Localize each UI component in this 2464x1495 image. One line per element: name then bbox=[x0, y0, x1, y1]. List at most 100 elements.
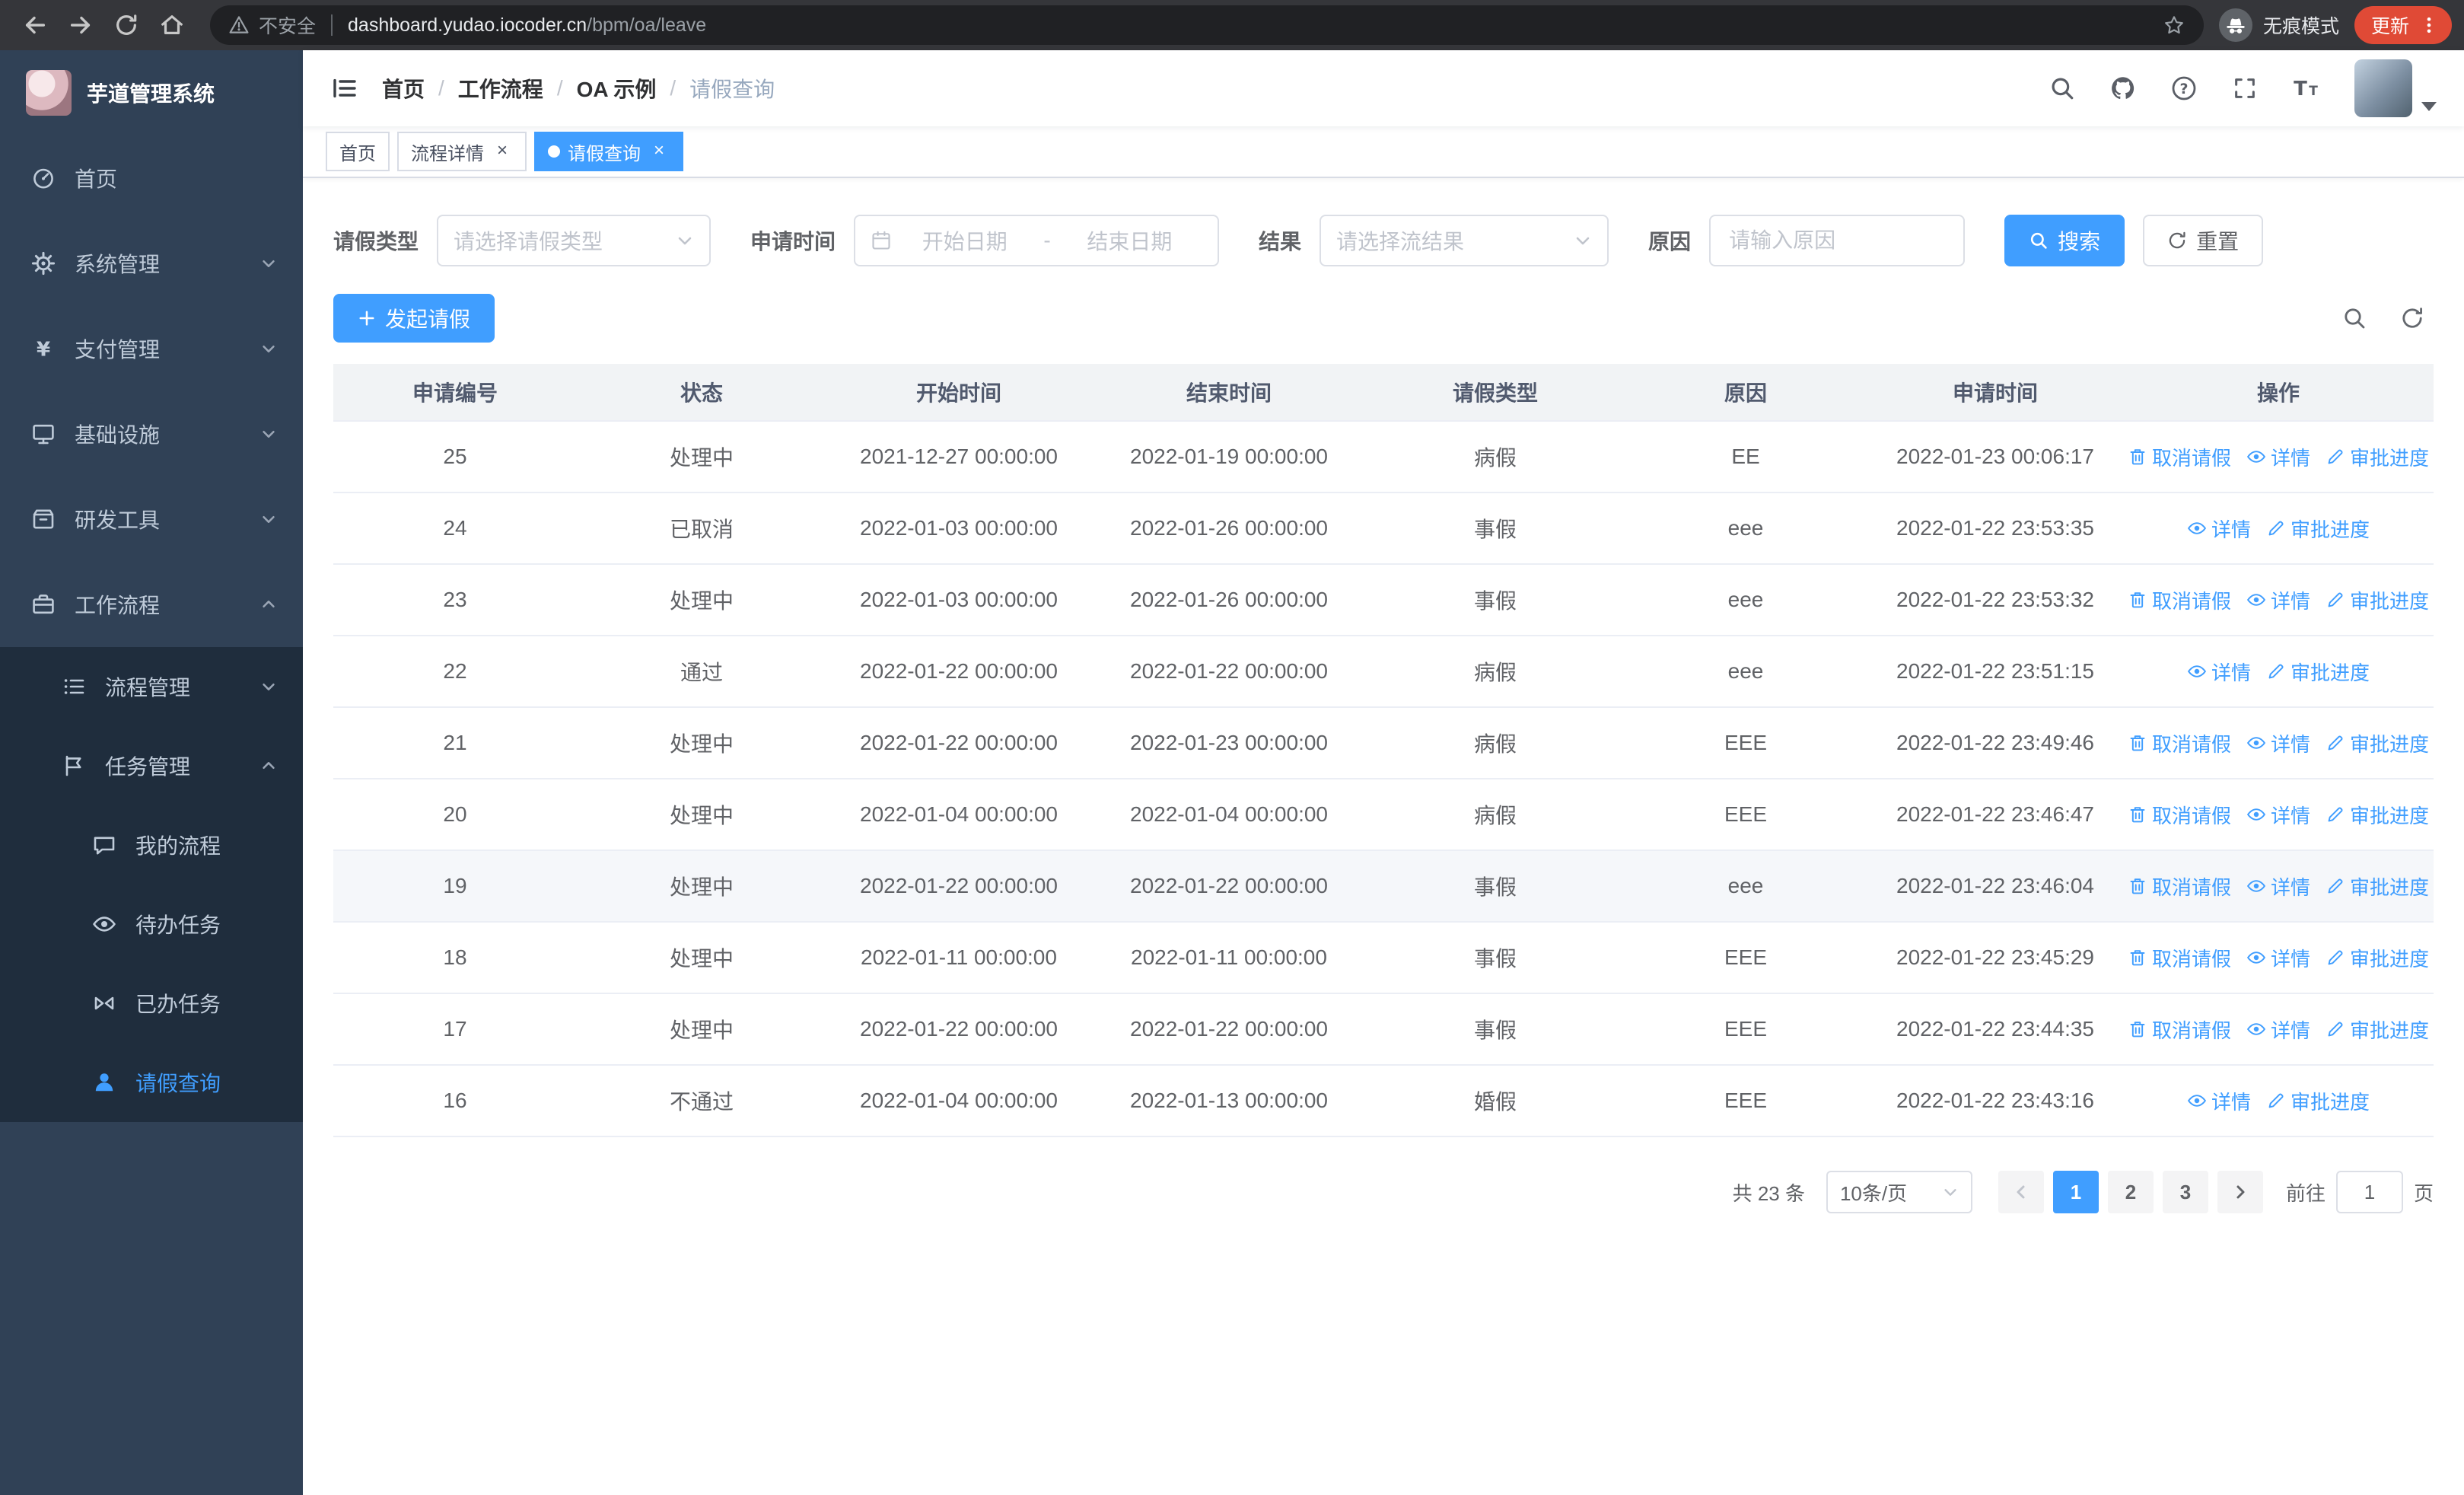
create-leave-button[interactable]: 发起请假 bbox=[333, 294, 495, 343]
sidebar-item-done-tasks[interactable]: 已办任务 bbox=[0, 964, 303, 1043]
sidebar-item-label: 系统管理 bbox=[75, 253, 161, 276]
site-security-indicator[interactable]: 不安全 bbox=[228, 11, 316, 39]
approval-progress-link[interactable]: 审批进度 bbox=[2266, 658, 2370, 686]
github-icon[interactable] bbox=[2099, 62, 2147, 114]
sidebar-item-task-management[interactable]: 任务管理 bbox=[0, 726, 303, 805]
approval-progress-link[interactable]: 审批进度 bbox=[2326, 872, 2429, 901]
approval-progress-link[interactable]: 审批进度 bbox=[2326, 801, 2429, 829]
forward-icon[interactable] bbox=[58, 2, 103, 48]
cancel-leave-link[interactable]: 取消请假 bbox=[2128, 801, 2231, 829]
goto-page-input[interactable] bbox=[2335, 1171, 2403, 1213]
eye-icon bbox=[2246, 948, 2266, 967]
page-button-3[interactable]: 3 bbox=[2162, 1171, 2208, 1213]
fullscreen-icon[interactable] bbox=[2220, 62, 2269, 114]
page-button-2[interactable]: 2 bbox=[2107, 1171, 2154, 1213]
detail-link[interactable]: 详情 bbox=[2246, 944, 2310, 972]
leave-type-select[interactable]: 请选择请假类型 bbox=[437, 215, 712, 266]
home-icon[interactable] bbox=[149, 2, 195, 48]
sidebar-item-label: 工作流程 bbox=[75, 594, 161, 617]
range-separator: - bbox=[1043, 228, 1051, 252]
fold-sidebar-icon[interactable] bbox=[330, 75, 358, 102]
help-icon[interactable]: ? bbox=[2160, 62, 2208, 114]
result-select[interactable]: 请选择流结果 bbox=[1320, 215, 1609, 266]
tab-close-icon[interactable]: × bbox=[492, 141, 513, 162]
column-header: 申请编号 bbox=[412, 381, 498, 405]
sidebar-item-home[interactable]: 首页 bbox=[0, 135, 303, 221]
page-size-select[interactable]: 10条/页 bbox=[1826, 1171, 1972, 1213]
page-button-1[interactable]: 1 bbox=[2052, 1171, 2099, 1213]
next-page-button[interactable] bbox=[2217, 1171, 2263, 1213]
detail-link[interactable]: 详情 bbox=[2246, 1015, 2310, 1044]
detail-link[interactable]: 详情 bbox=[2246, 729, 2310, 757]
reload-icon[interactable] bbox=[103, 2, 149, 48]
sidebar-item-pending-tasks[interactable]: 待办任务 bbox=[0, 885, 303, 964]
sidebar-item-workflow[interactable]: 工作流程 bbox=[0, 562, 303, 647]
sidebar-item-payment-management[interactable]: ¥ 支付管理 bbox=[0, 306, 303, 391]
cancel-leave-link[interactable]: 取消请假 bbox=[2128, 729, 2231, 757]
cell-end-time: 2022-01-22 00:00:00 bbox=[1130, 659, 1328, 683]
list-icon bbox=[61, 674, 87, 700]
font-size-icon[interactable]: TT bbox=[2281, 62, 2330, 114]
browser-update-button[interactable]: 更新 bbox=[2354, 6, 2452, 44]
apply-time-range-picker[interactable]: 开始日期 - 结束日期 bbox=[854, 215, 1220, 266]
detail-link[interactable]: 详情 bbox=[2187, 658, 2251, 686]
breadcrumb-workflow[interactable]: 工作流程 bbox=[458, 73, 543, 104]
prev-page-button[interactable] bbox=[1998, 1171, 2044, 1213]
cancel-leave-link[interactable]: 取消请假 bbox=[2128, 872, 2231, 901]
app-logo: 芋道管理系统 bbox=[0, 50, 303, 135]
user-menu[interactable] bbox=[2354, 59, 2437, 117]
tab-leave-query[interactable]: 请假查询 × bbox=[534, 132, 683, 171]
detail-link[interactable]: 详情 bbox=[2246, 872, 2310, 901]
approval-progress-link[interactable]: 审批进度 bbox=[2326, 443, 2429, 471]
table-toolbar: 发起请假 bbox=[333, 294, 2434, 343]
browser-toolbar: 不安全 dashboard.yudao.iocoder.cn/bpm/oa/le… bbox=[0, 0, 2464, 50]
incognito-icon bbox=[2218, 8, 2252, 42]
toggle-search-icon[interactable] bbox=[2342, 306, 2367, 330]
reset-button[interactable]: 重置 bbox=[2143, 215, 2264, 266]
sidebar-item-leave-query[interactable]: 请假查询 bbox=[0, 1043, 303, 1122]
tab-home[interactable]: 首页 bbox=[326, 132, 390, 171]
cell-operations: 取消请假 详情 审批进度 bbox=[2123, 586, 2434, 614]
tab-close-icon[interactable]: × bbox=[648, 141, 670, 162]
detail-link[interactable]: 详情 bbox=[2246, 443, 2310, 471]
bookmark-star-icon[interactable] bbox=[2163, 14, 2185, 37]
sidebar-item-dev-tools[interactable]: 研发工具 bbox=[0, 477, 303, 562]
back-icon[interactable] bbox=[12, 2, 58, 48]
cancel-leave-link[interactable]: 取消请假 bbox=[2128, 944, 2231, 972]
sidebar-item-my-processes[interactable]: 我的流程 bbox=[0, 805, 303, 885]
detail-link[interactable]: 详情 bbox=[2246, 586, 2310, 614]
sidebar-item-infrastructure[interactable]: 基础设施 bbox=[0, 391, 303, 477]
sidebar-item-process-management[interactable]: 流程管理 bbox=[0, 647, 303, 726]
breadcrumb-oa-example[interactable]: OA 示例 bbox=[577, 73, 657, 104]
cell-operations: 取消请假 详情 审批进度 bbox=[2123, 1015, 2434, 1044]
menu-dots-icon[interactable] bbox=[2412, 8, 2446, 42]
tab-process-detail[interactable]: 流程详情 × bbox=[397, 132, 527, 171]
reason-label: 原因 bbox=[1648, 230, 1692, 253]
refresh-table-icon[interactable] bbox=[2400, 306, 2424, 330]
approval-progress-link[interactable]: 审批进度 bbox=[2326, 944, 2429, 972]
cancel-leave-link[interactable]: 取消请假 bbox=[2128, 443, 2231, 471]
column-header: 请假类型 bbox=[1452, 381, 1538, 405]
address-bar[interactable]: 不安全 dashboard.yudao.iocoder.cn/bpm/oa/le… bbox=[210, 5, 2204, 45]
reason-input[interactable] bbox=[1709, 215, 1966, 266]
detail-link[interactable]: 详情 bbox=[2187, 1087, 2251, 1115]
detail-link[interactable]: 详情 bbox=[2187, 515, 2251, 543]
approval-progress-link[interactable]: 审批进度 bbox=[2326, 586, 2429, 614]
approval-progress-link[interactable]: 审批进度 bbox=[2326, 729, 2429, 757]
monitor-icon bbox=[30, 421, 56, 447]
detail-link[interactable]: 详情 bbox=[2246, 801, 2310, 829]
sidebar-item-system-management[interactable]: 系统管理 bbox=[0, 221, 303, 306]
approval-progress-link[interactable]: 审批进度 bbox=[2266, 1087, 2370, 1115]
breadcrumb-home[interactable]: 首页 bbox=[382, 73, 425, 104]
search-icon[interactable] bbox=[2038, 62, 2087, 114]
cancel-leave-link[interactable]: 取消请假 bbox=[2128, 1015, 2231, 1044]
approval-progress-link[interactable]: 审批进度 bbox=[2266, 515, 2370, 543]
cancel-leave-link[interactable]: 取消请假 bbox=[2128, 586, 2231, 614]
search-button[interactable]: 搜索 bbox=[2004, 215, 2125, 266]
sidebar-item-label: 研发工具 bbox=[75, 508, 161, 532]
svg-text:¥: ¥ bbox=[37, 338, 50, 361]
cell-end-time: 2022-01-26 00:00:00 bbox=[1130, 588, 1328, 611]
cell-id: 20 bbox=[443, 802, 467, 826]
cell-id: 21 bbox=[443, 731, 467, 754]
approval-progress-link[interactable]: 审批进度 bbox=[2326, 1015, 2429, 1044]
